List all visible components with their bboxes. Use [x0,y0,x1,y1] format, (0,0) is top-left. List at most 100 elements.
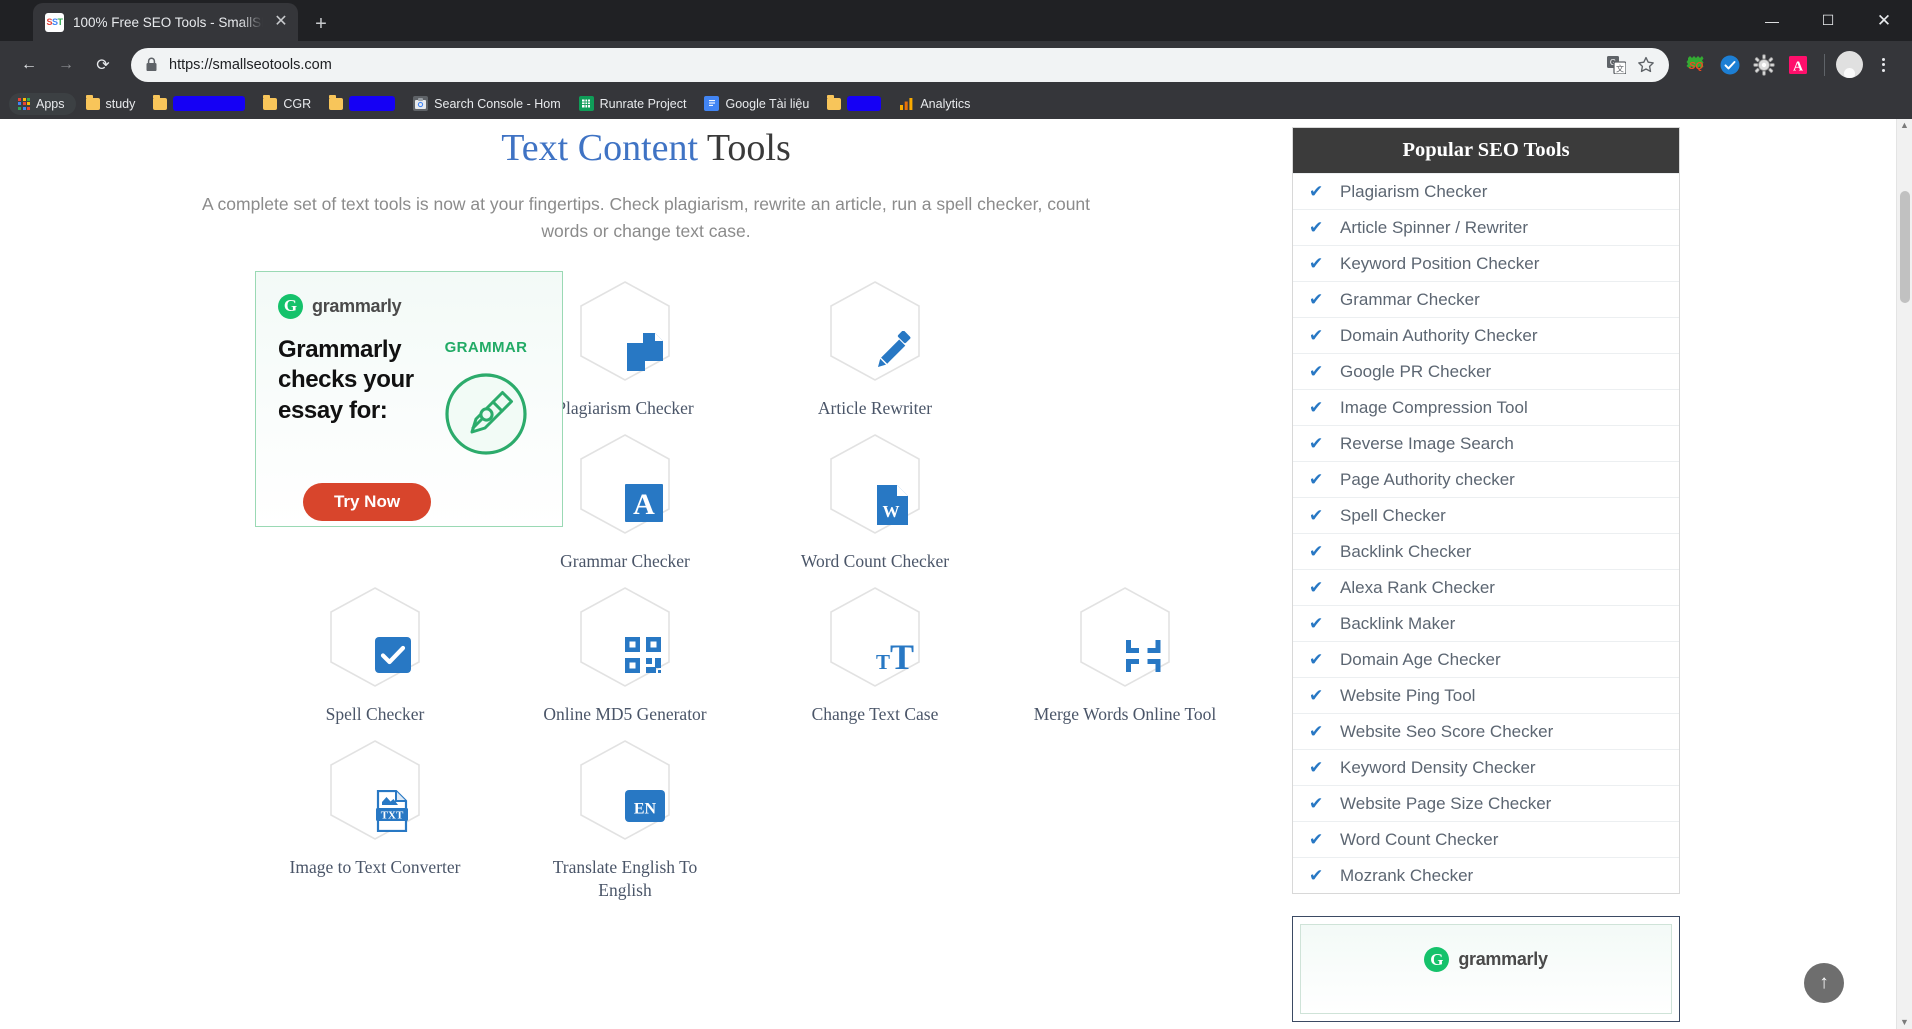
tool-card-word-count-checker[interactable]: W Word Count Checker [750,420,1000,573]
check-icon: ✔ [1309,723,1327,740]
sidebar-item-page-authority-checker[interactable]: ✔ Page Authority checker [1293,461,1679,497]
bookmark-apps[interactable]: Apps [9,93,76,115]
svg-text:EN: EN [634,801,657,818]
check-icon: ✔ [1309,399,1327,416]
close-tab-icon[interactable]: ✕ [272,14,290,30]
sidebar-item-website-page-size-checker[interactable]: ✔ Website Page Size Checker [1293,785,1679,821]
check-icon: ✔ [1309,687,1327,704]
sidebar-item-grammar-checker[interactable]: ✔ Grammar Checker [1293,281,1679,317]
chrome-menu-button[interactable] [1866,48,1900,82]
tool-card-md5-generator[interactable]: Online MD5 Generator [500,573,750,726]
tool-hexagon: W [827,432,923,536]
folder-icon [329,98,343,110]
tool-card-image-to-text[interactable]: TXT Image to Text Converter [250,726,500,902]
bookmark-search-console[interactable]: Search Console - Hom [405,92,568,115]
sidebar-item-domain-authority-checker[interactable]: ✔ Domain Authority Checker [1293,317,1679,353]
tool-card-merge-words[interactable]: Merge Words Online Tool [1000,573,1250,726]
bookmarks-bar: Apps study CGR Search Console - Hom [0,88,1912,119]
scrollbar-up-arrow[interactable]: ▲ [1900,121,1909,130]
lock-icon [145,57,158,72]
svg-text:SQ: SQ [1688,61,1703,72]
grammarly-mark-icon: G [1424,947,1449,972]
bookmark-redacted-2[interactable] [321,92,403,115]
page-title-highlight: Text Content [501,127,698,169]
tool-hexagon [577,585,673,689]
profile-avatar[interactable] [1836,51,1863,78]
sidebar-item-label: Keyword Density Checker [1340,758,1536,778]
bookmark-cgr[interactable]: CGR [255,93,319,115]
sheets-icon [579,96,594,111]
translate-icon[interactable]: G文 [1607,56,1626,74]
sidebar-grammarly-logo: G grammarly [1424,947,1547,972]
sidebar-item-website-seo-score-checker[interactable]: ✔ Website Seo Score Checker [1293,713,1679,749]
new-tab-button[interactable]: + [304,7,338,41]
reload-button[interactable]: ⟳ [86,48,120,82]
maximize-button[interactable]: ☐ [1800,0,1856,41]
seoquake-icon[interactable]: SQ [1680,49,1711,80]
bookmark-redacted-3[interactable] [819,92,889,115]
redacted-label [349,96,395,111]
sidebar-item-alexa-rank-checker[interactable]: ✔ Alexa Rank Checker [1293,569,1679,605]
sidebar-item-backlink-checker[interactable]: ✔ Backlink Checker [1293,533,1679,569]
check-icon: ✔ [1309,471,1327,488]
adobe-acrobat-icon[interactable]: A [1782,49,1813,80]
grammarly-ad-banner[interactable]: G grammarly Grammarly checks your essay … [255,271,563,527]
scrollbar-thumb[interactable] [1900,191,1910,303]
sidebar: Popular SEO Tools ✔ Plagiarism Checker ✔… [1292,119,1692,1029]
bookmark-analytics[interactable]: Analytics [891,92,978,115]
check-icon: ✔ [1309,219,1327,236]
sidebar-item-reverse-image-search[interactable]: ✔ Reverse Image Search [1293,425,1679,461]
sidebar-item-keyword-density-checker[interactable]: ✔ Keyword Density Checker [1293,749,1679,785]
grammarly-icon[interactable] [1714,49,1745,80]
bookmark-google-docs[interactable]: Google Tài liệu [696,92,817,115]
browser-tab[interactable]: SST 100% Free SEO Tools - SmallSEOTools.… [33,3,298,41]
sidebar-item-word-count-checker[interactable]: ✔ Word Count Checker [1293,821,1679,857]
sidebar-item-domain-age-checker[interactable]: ✔ Domain Age Checker [1293,641,1679,677]
tool-card-change-text-case[interactable]: T T Change Text Case [750,573,1000,726]
svg-text:TXT: TXT [381,810,404,822]
sidebar-grammarly-ad[interactable]: G grammarly [1292,916,1680,1022]
folder-icon [263,98,277,110]
scrollbar-down-arrow[interactable]: ▼ [1900,1018,1909,1027]
back-button[interactable]: ← [12,48,46,82]
sidebar-item-google-pr-checker[interactable]: ✔ Google PR Checker [1293,353,1679,389]
sidebar-item-plagiarism-checker[interactable]: ✔ Plagiarism Checker [1293,173,1679,209]
sidebar-item-mozrank-checker[interactable]: ✔ Mozrank Checker [1293,857,1679,893]
bookmark-star-icon[interactable] [1637,56,1655,74]
sidebar-item-article-spinner[interactable]: ✔ Article Spinner / Rewriter [1293,209,1679,245]
tool-label: Change Text Case [812,703,939,726]
sidebar-item-spell-checker[interactable]: ✔ Spell Checker [1293,497,1679,533]
address-bar[interactable]: https://smallseotools.com G文 [131,48,1669,82]
gear-extension-icon[interactable] [1748,49,1779,80]
tool-card-spell-checker[interactable]: Spell Checker [250,573,500,726]
folder-icon [86,98,100,110]
minimize-button[interactable]: — [1744,0,1800,41]
tool-card-article-rewriter[interactable]: Article Rewriter [750,267,1000,420]
sidebar-item-label: Domain Authority Checker [1340,326,1537,346]
bookmark-redacted-1[interactable] [145,92,253,115]
bookmark-study[interactable]: study [78,93,144,115]
address-bar-url[interactable]: https://smallseotools.com [169,57,1596,73]
sidebar-item-label: Page Authority checker [1340,470,1515,490]
bookmark-runrate-project[interactable]: Runrate Project [571,92,695,115]
sidebar-item-image-compression-tool[interactable]: ✔ Image Compression Tool [1293,389,1679,425]
sidebar-item-keyword-position-checker[interactable]: ✔ Keyword Position Checker [1293,245,1679,281]
sidebar-item-backlink-maker[interactable]: ✔ Backlink Maker [1293,605,1679,641]
scroll-to-top-button[interactable]: ↑ [1804,963,1844,1003]
tool-card-translate-english[interactable]: EN Translate English To English [500,726,750,902]
tool-grid-empty-slot-3 [750,726,1000,902]
close-window-button[interactable]: ✕ [1856,0,1912,41]
sidebar-item-website-ping-tool[interactable]: ✔ Website Ping Tool [1293,677,1679,713]
window-controls: — ☐ ✕ [1744,0,1912,41]
forward-button[interactable]: → [49,48,83,82]
check-icon: ✔ [1309,795,1327,812]
sidebar-item-label: Mozrank Checker [1340,866,1473,886]
page-scrollbar[interactable]: ▲ ▼ [1896,119,1912,1029]
tool-hexagon [1077,585,1173,689]
grammarly-try-now-button[interactable]: Try Now [303,483,431,521]
bookmark-label: CGR [283,97,311,111]
grammarly-ad-kicker: GRAMMAR [445,339,528,356]
analytics-icon [899,96,914,111]
tool-hexagon: T T [827,585,923,689]
tool-hexagon [827,279,923,383]
